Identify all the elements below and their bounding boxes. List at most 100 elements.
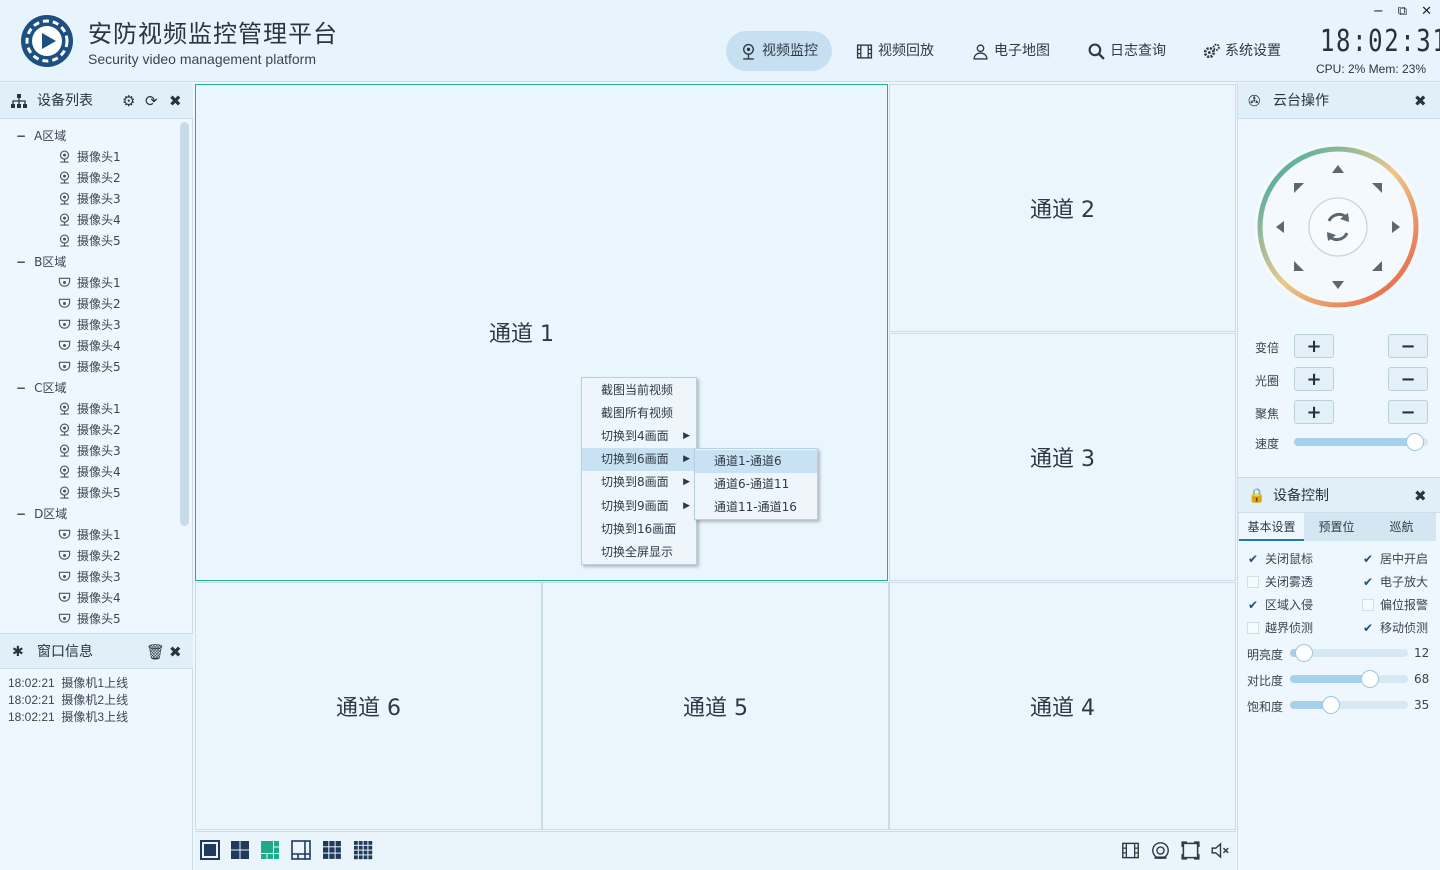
speed-slider[interactable] bbox=[1294, 433, 1428, 451]
checkmark-icon[interactable]: ✔ bbox=[1362, 552, 1374, 566]
tree-item-camera[interactable]: 摄像头4 bbox=[58, 589, 121, 606]
tree-item-camera[interactable]: 摄像头1 bbox=[58, 400, 121, 417]
fullscreen-icon[interactable] bbox=[1181, 841, 1200, 860]
tree-item-camera[interactable]: 摄像头2 bbox=[58, 421, 121, 438]
nav-video-playback[interactable]: 视频回放 bbox=[856, 31, 934, 71]
checkbox-item[interactable]: 关闭雾透 bbox=[1247, 573, 1313, 590]
close-icon[interactable]: ✕ bbox=[1421, 4, 1432, 19]
checkmark-icon[interactable]: ✔ bbox=[1247, 552, 1259, 566]
image-slider[interactable] bbox=[1290, 670, 1408, 688]
close-icon[interactable]: ✖ bbox=[169, 634, 182, 670]
tree-item-camera[interactable]: 摄像头4 bbox=[58, 211, 121, 228]
close-icon[interactable]: ✖ bbox=[1414, 478, 1427, 514]
tree-item-camera[interactable]: 摄像头2 bbox=[58, 295, 121, 312]
settings-gear-icon[interactable]: ⚙ bbox=[122, 83, 135, 119]
slider-knob[interactable] bbox=[1405, 433, 1424, 451]
close-icon[interactable]: ✖ bbox=[1414, 83, 1427, 119]
context-menu-item[interactable]: 切换到9画面 ▶ bbox=[582, 495, 696, 518]
nav-e-map[interactable]: 电子地图 bbox=[972, 31, 1050, 71]
tab-basic-settings[interactable]: 基本设置 bbox=[1239, 513, 1304, 541]
iris-plus-button[interactable]: + bbox=[1294, 367, 1334, 391]
tree-item-camera[interactable]: 摄像头1 bbox=[58, 148, 121, 165]
checkbox-item[interactable]: 越界侦测 bbox=[1247, 619, 1313, 636]
tree-item-camera[interactable]: 摄像头5 bbox=[58, 358, 121, 375]
tree-item-camera[interactable]: 摄像头1 bbox=[58, 274, 121, 291]
mute-icon[interactable] bbox=[1211, 841, 1230, 860]
layout-1-icon[interactable] bbox=[200, 840, 220, 860]
focus-plus-button[interactable]: + bbox=[1294, 400, 1334, 424]
nav-log-query[interactable]: 日志查询 bbox=[1088, 31, 1166, 71]
video-cell-3[interactable]: 通道 3 bbox=[889, 333, 1236, 581]
ptz-dial[interactable] bbox=[1252, 141, 1424, 313]
submenu-item[interactable]: 通道6-通道11 bbox=[695, 473, 817, 496]
context-menu-item[interactable]: 切换到8画面 ▶ bbox=[582, 471, 696, 494]
tree-scrollbar[interactable] bbox=[180, 122, 189, 526]
checkbox-empty-icon[interactable] bbox=[1247, 575, 1259, 588]
focus-minus-button[interactable]: − bbox=[1388, 400, 1428, 424]
checkmark-icon[interactable]: ✔ bbox=[1362, 575, 1374, 589]
nav-system-settings[interactable]: 系统设置 bbox=[1203, 31, 1281, 71]
checkbox-item[interactable]: ✔ 区域入侵 bbox=[1247, 596, 1313, 613]
tree-item-camera[interactable]: 摄像头4 bbox=[58, 463, 121, 480]
submenu-item[interactable]: 通道1-通道6 bbox=[695, 449, 817, 473]
context-menu-item[interactable]: 切换全屏显示 bbox=[582, 541, 696, 564]
tree-group[interactable]: − C区域 bbox=[16, 379, 66, 396]
nav-video-monitor[interactable]: 视频监控 bbox=[726, 31, 832, 71]
context-menu-item[interactable]: 切换到6画面 ▶ bbox=[582, 448, 696, 472]
zoom-in-button[interactable]: + bbox=[1294, 334, 1334, 358]
snapshot-icon[interactable] bbox=[1151, 841, 1170, 860]
tree-item-camera[interactable]: 摄像头5 bbox=[58, 232, 121, 249]
checkbox-empty-icon[interactable] bbox=[1247, 621, 1259, 634]
video-cell-2[interactable]: 通道 2 bbox=[889, 84, 1236, 332]
image-slider[interactable] bbox=[1290, 696, 1408, 714]
tree-item-camera[interactable]: 摄像头3 bbox=[58, 190, 121, 207]
checkbox-item[interactable]: ✔ 移动侦测 bbox=[1362, 619, 1428, 636]
context-menu-item[interactable]: 切换到16画面 bbox=[582, 518, 696, 541]
context-menu-item[interactable]: 切换到4画面 ▶ bbox=[582, 425, 696, 448]
video-cell-4[interactable]: 通道 4 bbox=[889, 582, 1236, 830]
video-cell-6[interactable]: 通道 6 bbox=[195, 582, 542, 830]
tab-presets[interactable]: 预置位 bbox=[1304, 513, 1369, 541]
layout-4-icon[interactable] bbox=[230, 840, 250, 860]
layout-9-icon[interactable] bbox=[322, 840, 342, 860]
tab-cruise[interactable]: 巡航 bbox=[1369, 513, 1434, 541]
tree-item-camera[interactable]: 摄像头5 bbox=[58, 484, 121, 501]
checkbox-item[interactable]: ✔ 关闭鼠标 bbox=[1247, 550, 1313, 567]
context-menu-item[interactable]: 截图所有视频 bbox=[582, 402, 696, 425]
record-film-icon[interactable] bbox=[1121, 841, 1140, 860]
minimize-icon[interactable]: − bbox=[1373, 4, 1384, 19]
tree-item-camera[interactable]: 摄像头3 bbox=[58, 568, 121, 585]
layout-6-icon[interactable] bbox=[260, 840, 280, 860]
checkmark-icon[interactable]: ✔ bbox=[1362, 621, 1374, 635]
tree-item-camera[interactable]: 摄像头3 bbox=[58, 442, 121, 459]
tree-item-camera[interactable]: 摄像头3 bbox=[58, 316, 121, 333]
collapse-icon[interactable]: − bbox=[16, 255, 26, 269]
checkbox-item[interactable]: ✔ 居中开启 bbox=[1362, 550, 1428, 567]
trash-icon[interactable]: 🗑 bbox=[146, 634, 165, 670]
close-icon[interactable]: ✖ bbox=[169, 83, 182, 119]
tree-group[interactable]: − D区域 bbox=[16, 505, 67, 522]
video-cell-5[interactable]: 通道 5 bbox=[542, 582, 889, 830]
collapse-icon[interactable]: − bbox=[16, 381, 26, 395]
tree-group[interactable]: − A区域 bbox=[16, 127, 66, 144]
tree-item-camera[interactable]: 摄像头5 bbox=[58, 610, 121, 627]
tree-item-camera[interactable]: 摄像头4 bbox=[58, 337, 121, 354]
tree-group[interactable]: − B区域 bbox=[16, 253, 66, 270]
image-slider[interactable] bbox=[1290, 644, 1408, 662]
collapse-icon[interactable]: − bbox=[16, 507, 26, 521]
zoom-out-button[interactable]: − bbox=[1388, 334, 1428, 358]
iris-minus-button[interactable]: − bbox=[1388, 367, 1428, 391]
layout-16-icon[interactable] bbox=[353, 840, 373, 860]
checkbox-empty-icon[interactable] bbox=[1362, 598, 1374, 611]
checkbox-item[interactable]: 偏位报警 bbox=[1362, 596, 1428, 613]
tree-item-camera[interactable]: 摄像头2 bbox=[58, 169, 121, 186]
restore-icon[interactable]: ⧉ bbox=[1398, 4, 1407, 19]
submenu-item[interactable]: 通道11-通道16 bbox=[695, 496, 817, 519]
context-menu-item[interactable]: 截图当前视频 bbox=[582, 379, 696, 402]
tree-item-camera[interactable]: 摄像头2 bbox=[58, 547, 121, 564]
tree-item-camera[interactable]: 摄像头1 bbox=[58, 526, 121, 543]
collapse-icon[interactable]: − bbox=[16, 129, 26, 143]
layout-8-icon[interactable] bbox=[291, 840, 311, 860]
checkmark-icon[interactable]: ✔ bbox=[1247, 598, 1259, 612]
refresh-icon[interactable]: ⟳ bbox=[145, 83, 158, 119]
